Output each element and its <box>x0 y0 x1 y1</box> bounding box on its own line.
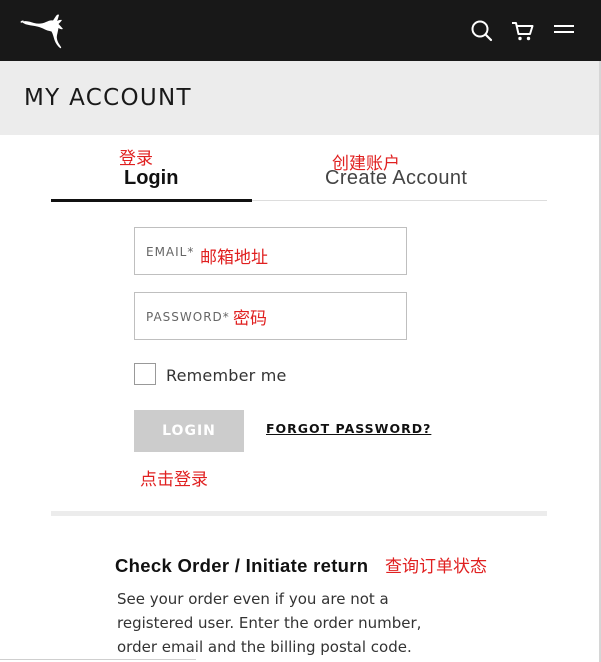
check-order-description: See your order even if you are not a reg… <box>117 590 422 656</box>
annotation-email: 邮箱地址 <box>200 248 268 268</box>
bottom-divider <box>0 659 196 660</box>
login-button[interactable]: LOGIN <box>134 410 244 452</box>
search-icon[interactable] <box>469 18 495 44</box>
menu-icon[interactable] <box>552 18 578 44</box>
annotation-login-button: 点击登录 <box>140 470 208 490</box>
password-field[interactable]: PASSWORD* <box>134 292 407 340</box>
page-header: MY ACCOUNT <box>0 61 601 135</box>
active-tab-indicator <box>51 199 252 202</box>
annotation-password: 密码 <box>233 309 267 329</box>
tab-create-account[interactable]: Create Account <box>325 167 467 190</box>
puma-logo-icon[interactable] <box>20 11 66 51</box>
remember-me-checkbox[interactable] <box>134 363 156 385</box>
check-order-title: Check Order / Initiate return <box>115 555 369 576</box>
email-field[interactable]: EMAIL* <box>134 227 407 275</box>
cart-icon[interactable] <box>510 18 536 44</box>
page-title: MY ACCOUNT <box>24 85 192 111</box>
annotation-check-order: 查询订单状态 <box>385 557 487 577</box>
password-input[interactable] <box>135 293 406 339</box>
remember-me-label[interactable]: Remember me <box>166 366 287 385</box>
tab-login[interactable]: Login <box>124 167 178 190</box>
forgot-password-link[interactable]: FORGOT PASSWORD? <box>266 421 431 436</box>
section-divider <box>51 511 547 516</box>
account-page: MY ACCOUNT 登录 创建账户 Login Create Account … <box>0 0 601 662</box>
email-input[interactable] <box>135 228 406 274</box>
annotation-login-tab: 登录 <box>119 149 153 169</box>
top-navigation-bar <box>0 0 601 61</box>
